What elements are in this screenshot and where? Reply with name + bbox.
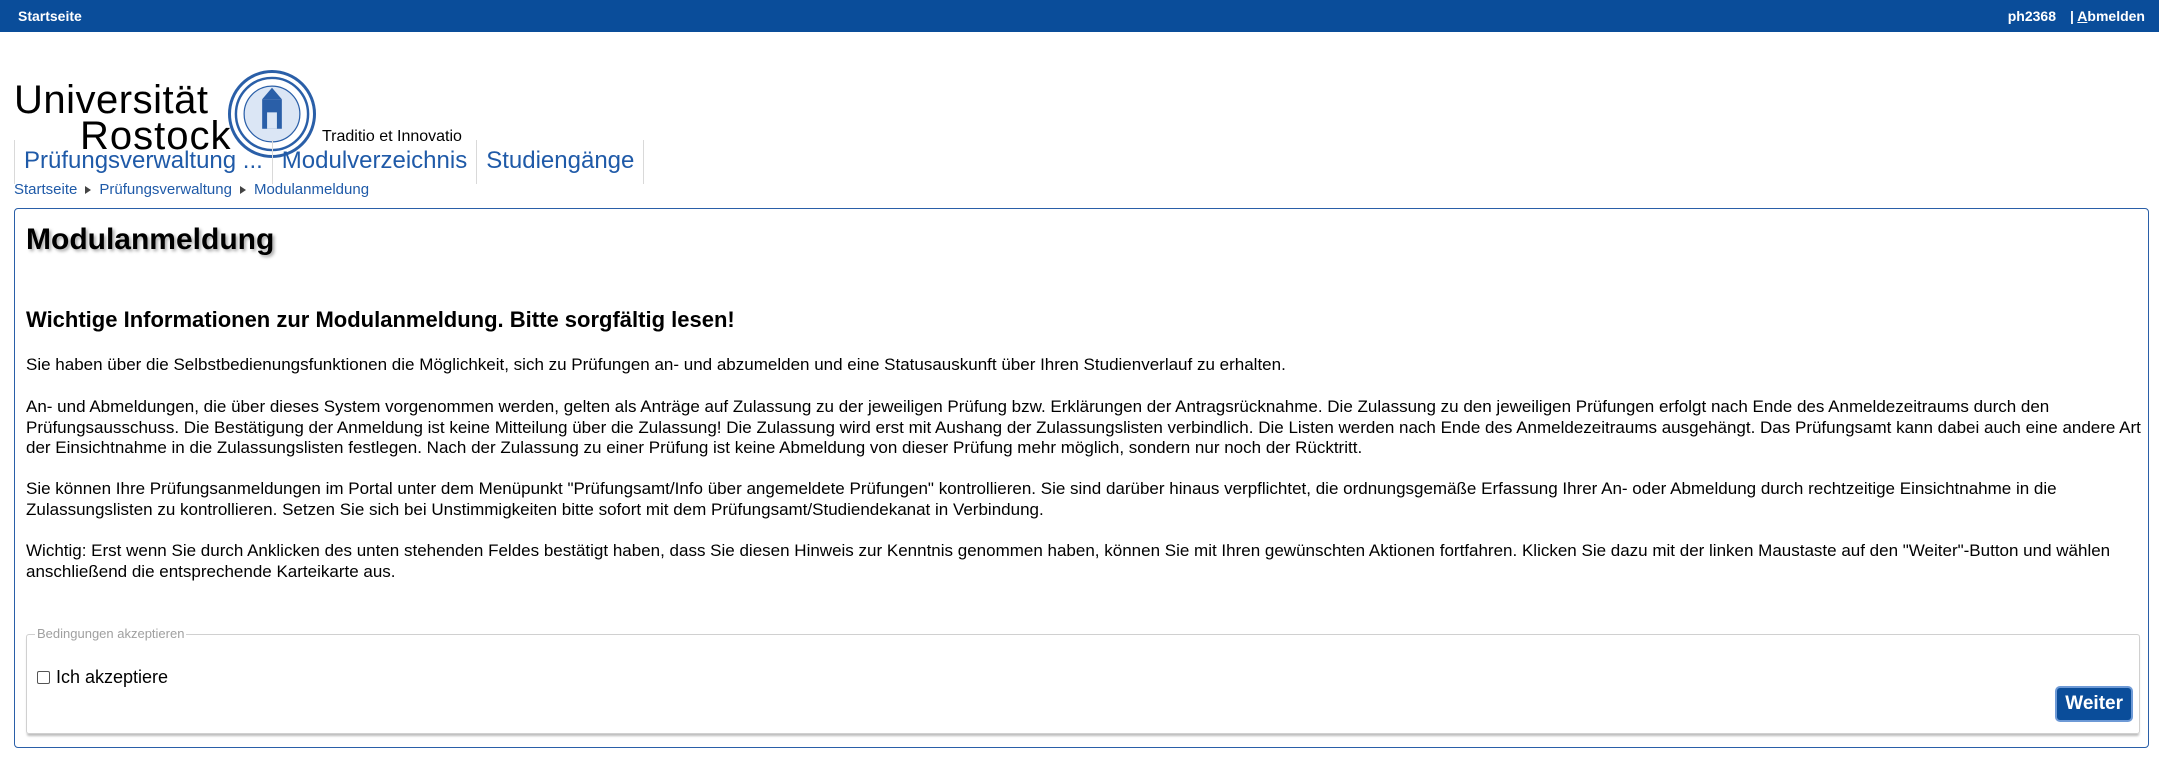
page-title: Modulanmeldung — [26, 223, 275, 256]
tab-pruefungsverwaltung[interactable]: Prüfungsverwaltung ... — [14, 140, 272, 184]
info-paragraph-2: An- und Abmeldungen, die über dieses Sys… — [26, 397, 2141, 457]
accept-checkbox[interactable] — [37, 671, 50, 684]
info-heading: Wichtige Informationen zur Modulanmeldun… — [26, 307, 735, 332]
breadcrumb-modulanmeldung[interactable]: Modulanmeldung — [254, 181, 369, 198]
accept-checkbox-label[interactable]: Ich akzeptiere — [56, 667, 168, 688]
conditions-fieldset: Bedingungen akzeptieren Ich akzeptiere W… — [26, 626, 2140, 734]
weiter-button[interactable]: Weiter — [2057, 688, 2131, 720]
user-area: ph2368 | Abmelden — [2008, 8, 2145, 24]
separator: | — [2070, 8, 2074, 24]
accept-checkbox-row[interactable]: Ich akzeptiere — [37, 667, 168, 688]
breadcrumb-pruefungsverwaltung[interactable]: Prüfungsverwaltung — [99, 181, 232, 198]
top-bar: Startseite ph2368 | Abmelden — [0, 0, 2159, 32]
breadcrumb-startseite[interactable]: Startseite — [14, 181, 77, 198]
breadcrumb-arrow-icon — [239, 185, 246, 194]
info-paragraph-3: Sie können Ihre Prüfungsanmeldungen im P… — [26, 479, 2057, 519]
logo-line-1: Universität — [14, 78, 209, 122]
fieldset-legend: Bedingungen akzeptieren — [35, 626, 187, 641]
tab-studiengaenge[interactable]: Studiengänge — [476, 140, 645, 184]
breadcrumb: Startseite Prüfungsverwaltung Modulanmel… — [14, 181, 369, 198]
home-link[interactable]: Startseite — [18, 8, 82, 24]
header-logo: Universität Rostock Traditio et Innovati… — [0, 32, 2159, 158]
info-paragraph-1: Sie haben über die Selbstbedienungsfunkt… — [26, 355, 1286, 374]
username: ph2368 — [2007, 8, 2056, 24]
info-paragraph-4: Wichtig: Erst wenn Sie durch Anklicken d… — [26, 541, 2111, 581]
tab-modulverzeichnis[interactable]: Modulverzeichnis — [271, 140, 476, 184]
main-nav: Prüfungsverwaltung ... Modulverzeichnis … — [14, 140, 645, 184]
content-panel: Modulanmeldung Wichtige Informationen zu… — [14, 208, 2149, 748]
logout-link[interactable]: Abmelden — [2077, 8, 2145, 24]
breadcrumb-arrow-icon — [85, 185, 92, 194]
